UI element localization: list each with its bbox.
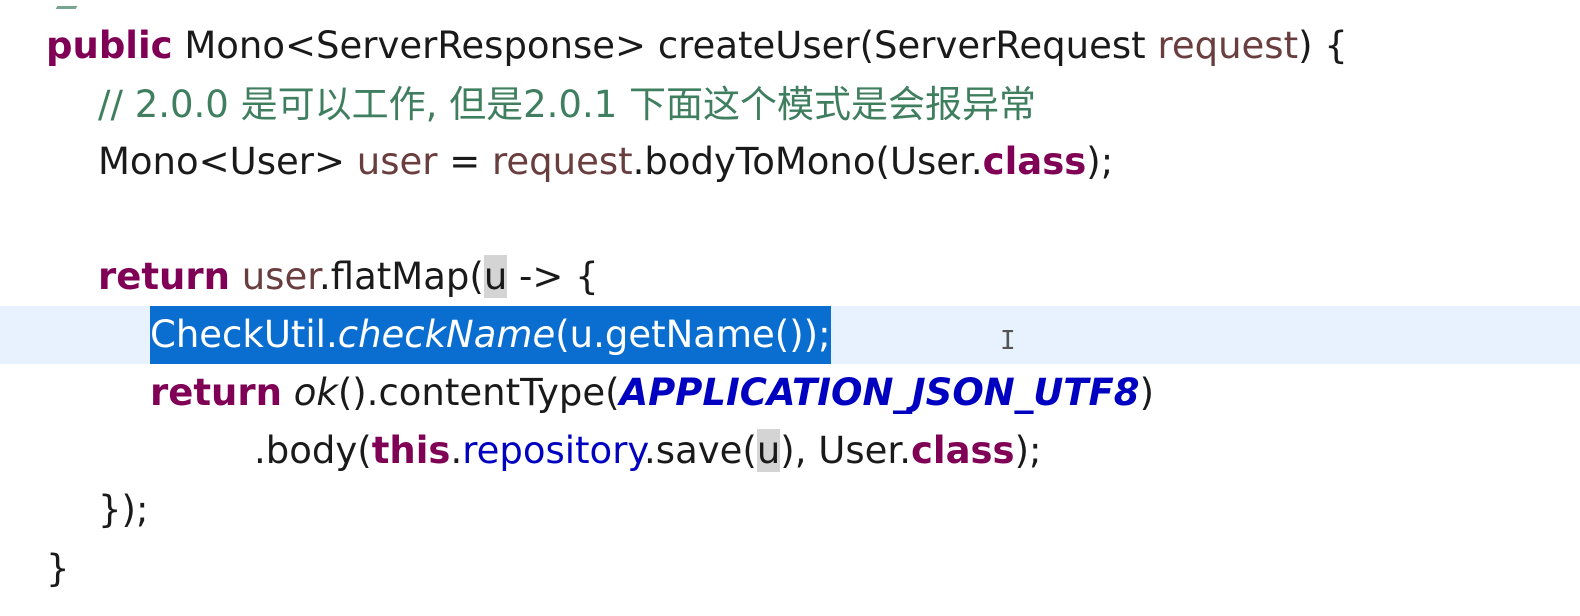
code-token: return xyxy=(150,371,282,414)
code-token: Mono<ServerResponse> createUser(ServerRe… xyxy=(172,24,1158,67)
code-token: ) { xyxy=(1298,24,1348,67)
code-line[interactable]: public Mono<ServerResponse> createUser(S… xyxy=(0,17,1580,75)
code-token: // 2.0.0 是可以工作, 但是2.0.1 下面这个模式是会报异常 xyxy=(98,83,1037,126)
code-line[interactable]: Mono<User> user = request.bodyToMono(Use… xyxy=(0,133,1580,191)
code-token: = xyxy=(437,140,492,183)
code-token: CheckUtil. xyxy=(150,313,338,356)
code-token: ok xyxy=(293,371,338,414)
code-token: .body( xyxy=(254,429,372,472)
code-text: .body(this.repository.save(u), User.clas… xyxy=(254,422,1042,480)
code-text: } xyxy=(46,540,70,598)
code-token: request xyxy=(1157,24,1299,67)
code-token: u xyxy=(756,429,781,472)
code-token: class xyxy=(982,140,1087,183)
code-token: Mono<User> xyxy=(98,140,357,183)
previous-line-fragment xyxy=(55,0,85,9)
code-token: ), User. xyxy=(780,429,911,472)
code-token: } xyxy=(46,547,70,590)
code-token: (u.getName()); xyxy=(555,313,831,356)
code-line[interactable]: CheckUtil.checkName(u.getName()); xyxy=(0,306,1580,364)
code-token: this xyxy=(371,429,451,472)
code-line[interactable]: .body(this.repository.save(u), User.clas… xyxy=(0,422,1580,480)
selected-code-text: CheckUtil.checkName(u.getName()); xyxy=(150,306,831,364)
code-line[interactable]: }); xyxy=(0,481,1580,539)
code-line[interactable]: } xyxy=(0,540,1580,598)
code-token: ) xyxy=(1139,371,1154,414)
code-token: .save( xyxy=(644,429,757,472)
code-editor[interactable]: public Mono<ServerResponse> createUser(S… xyxy=(0,0,1580,616)
code-token: class xyxy=(910,429,1015,472)
code-line[interactable] xyxy=(0,191,1580,249)
code-token: .flatMap( xyxy=(319,255,484,298)
code-token: public xyxy=(46,24,173,67)
code-text: return user.flatMap(u -> { xyxy=(98,248,599,306)
code-line[interactable]: return ok().contentType(APPLICATION_JSON… xyxy=(0,364,1580,422)
code-text: Mono<User> user = request.bodyToMono(Use… xyxy=(98,133,1113,191)
code-token: . xyxy=(450,429,463,472)
code-text: return ok().contentType(APPLICATION_JSON… xyxy=(150,364,1154,422)
code-line[interactable]: return user.flatMap(u -> { xyxy=(0,248,1580,306)
code-token: user xyxy=(356,140,438,183)
code-token: ); xyxy=(1014,429,1042,472)
code-token: ().contentType( xyxy=(337,371,620,414)
code-text: // 2.0.0 是可以工作, 但是2.0.1 下面这个模式是会报异常 xyxy=(98,76,1036,134)
code-token: .bodyToMono(User. xyxy=(632,140,983,183)
code-token: request xyxy=(491,140,633,183)
code-token: return xyxy=(98,255,230,298)
code-token: user xyxy=(241,255,320,298)
code-line[interactable]: // 2.0.0 是可以工作, 但是2.0.1 下面这个模式是会报异常 xyxy=(0,76,1580,134)
code-token: APPLICATION_JSON_UTF8 xyxy=(619,371,1140,414)
text-cursor-icon: I xyxy=(1000,326,1016,356)
code-token: repository xyxy=(462,429,645,472)
code-token: }); xyxy=(98,488,149,531)
code-token: ); xyxy=(1086,140,1114,183)
code-token: checkName xyxy=(337,313,556,356)
code-text: public Mono<ServerResponse> createUser(S… xyxy=(46,17,1348,75)
code-token: u xyxy=(483,255,508,298)
code-text: }); xyxy=(98,481,148,539)
code-token: -> { xyxy=(507,255,599,298)
